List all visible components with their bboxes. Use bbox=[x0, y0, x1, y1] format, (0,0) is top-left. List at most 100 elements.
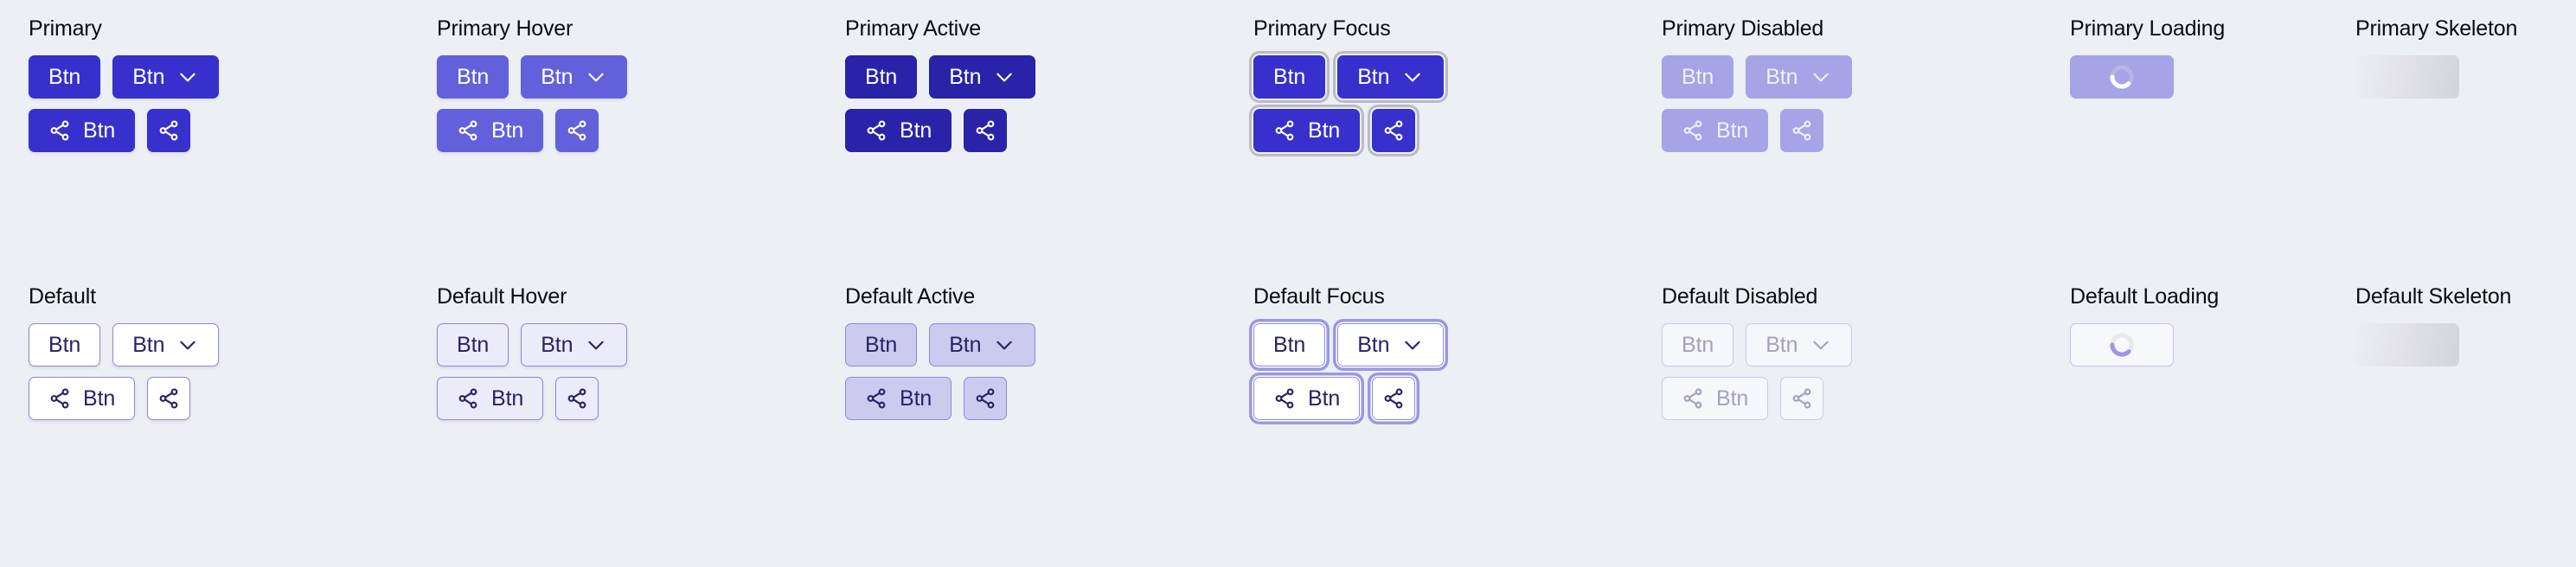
button-label: Btn bbox=[541, 332, 574, 357]
chevron-down-icon bbox=[176, 66, 199, 88]
default-hover-share-button[interactable]: Btn bbox=[437, 377, 544, 420]
primary-active-button[interactable]: Btn bbox=[845, 55, 918, 99]
primary-active-share-icon-button[interactable] bbox=[964, 109, 1008, 152]
share-icon bbox=[157, 119, 180, 142]
default-disabled-share-icon-button bbox=[1780, 377, 1824, 420]
button-label: Btn bbox=[1765, 64, 1798, 89]
primary-loading-button bbox=[2070, 55, 2174, 99]
primary-share-icon-button[interactable] bbox=[147, 109, 191, 152]
cell-primary-disabled: Primary Disabled Btn Btn Btn bbox=[1633, 16, 2041, 275]
button-label: Btn bbox=[865, 64, 898, 89]
primary-share-button[interactable]: Btn bbox=[29, 109, 136, 152]
default-hover-share-icon-button[interactable] bbox=[555, 377, 599, 420]
variant-row-default: Default Btn Btn Btn Default Hover Btn Bt… bbox=[0, 284, 2576, 543]
default-button[interactable]: Btn bbox=[29, 323, 101, 366]
chevron-down-icon bbox=[993, 334, 1016, 356]
button-group-default: Btn Btn Btn bbox=[29, 323, 408, 420]
cell-title-primary-active: Primary Active bbox=[845, 16, 981, 41]
primary-hover-dropdown-button[interactable]: Btn bbox=[521, 55, 628, 99]
cell-title-default: Default bbox=[29, 284, 96, 309]
button-group-primary: Btn Btn Btn bbox=[29, 55, 408, 152]
cell-default-disabled: Default Disabled Btn Btn Btn bbox=[1633, 284, 2041, 543]
button-label: Btn bbox=[1273, 64, 1306, 89]
chevron-down-icon bbox=[1810, 334, 1832, 356]
button-label: Btn bbox=[1716, 118, 1749, 143]
cell-primary-hover: Primary Hover Btn Btn Btn bbox=[408, 16, 817, 275]
default-disabled-share-button: Btn bbox=[1662, 377, 1769, 420]
share-icon bbox=[974, 387, 996, 410]
share-icon bbox=[457, 119, 479, 142]
default-active-button[interactable]: Btn bbox=[845, 323, 918, 366]
button-label: Btn bbox=[541, 64, 574, 89]
default-loading-button bbox=[2070, 323, 2174, 366]
button-line bbox=[2070, 55, 2327, 99]
button-line: Btn Btn bbox=[29, 323, 408, 366]
button-label: Btn bbox=[949, 64, 982, 89]
cell-title-default-focus: Default Focus bbox=[1253, 284, 1385, 309]
button-label: Btn bbox=[900, 118, 932, 143]
share-icon bbox=[457, 387, 479, 410]
default-focus-share-icon-button[interactable] bbox=[1372, 377, 1416, 420]
default-active-share-button[interactable]: Btn bbox=[845, 377, 952, 420]
button-line: Btn Btn bbox=[845, 55, 1225, 99]
default-hover-button[interactable]: Btn bbox=[437, 323, 509, 366]
primary-active-dropdown-button[interactable]: Btn bbox=[929, 55, 1036, 99]
cell-primary-loading: Primary Loading bbox=[2041, 16, 2327, 275]
button-line: Btn bbox=[29, 109, 408, 152]
button-label: Btn bbox=[1357, 64, 1390, 89]
cell-primary-skeleton: Primary Skeleton bbox=[2327, 16, 2576, 275]
default-skeleton-placeholder bbox=[2355, 323, 2459, 366]
cell-title-primary-focus: Primary Focus bbox=[1253, 16, 1391, 41]
primary-skeleton-placeholder bbox=[2355, 55, 2459, 99]
share-icon bbox=[566, 387, 588, 410]
button-line: Btn bbox=[1253, 109, 1633, 152]
button-label: Btn bbox=[900, 385, 932, 411]
default-share-icon-button[interactable] bbox=[147, 377, 191, 420]
primary-hover-share-icon-button[interactable] bbox=[555, 109, 599, 152]
default-focus-share-button[interactable]: Btn bbox=[1253, 377, 1361, 420]
cell-primary: Primary Btn Btn Btn bbox=[0, 16, 408, 275]
button-label: Btn bbox=[1682, 332, 1714, 357]
button-group-primary-loading bbox=[2070, 55, 2327, 99]
default-dropdown-button[interactable]: Btn bbox=[112, 323, 220, 366]
share-icon bbox=[1682, 119, 1704, 142]
primary-button[interactable]: Btn bbox=[29, 55, 101, 99]
chevron-down-icon bbox=[993, 66, 1016, 88]
button-group-primary-hover: Btn Btn Btn bbox=[437, 55, 817, 152]
default-focus-button[interactable]: Btn bbox=[1253, 323, 1326, 366]
primary-disabled-dropdown-button: Btn bbox=[1746, 55, 1853, 99]
primary-hover-button[interactable]: Btn bbox=[437, 55, 509, 99]
button-label: Btn bbox=[83, 385, 116, 411]
loading-spinner-icon bbox=[2107, 62, 2137, 92]
primary-disabled-share-button: Btn bbox=[1662, 109, 1769, 152]
button-line: Btn Btn bbox=[1253, 323, 1633, 366]
variant-row-primary: Primary Btn Btn Btn Primary Hover Btn Bt… bbox=[0, 16, 2576, 275]
share-icon bbox=[974, 119, 996, 142]
default-share-button[interactable]: Btn bbox=[29, 377, 136, 420]
button-label: Btn bbox=[48, 64, 81, 89]
primary-active-share-button[interactable]: Btn bbox=[845, 109, 952, 152]
button-label: Btn bbox=[1765, 332, 1798, 357]
default-active-dropdown-button[interactable]: Btn bbox=[929, 323, 1036, 366]
button-label: Btn bbox=[457, 64, 490, 89]
primary-focus-share-button[interactable]: Btn bbox=[1253, 109, 1361, 152]
default-active-share-icon-button[interactable] bbox=[964, 377, 1008, 420]
default-hover-dropdown-button[interactable]: Btn bbox=[521, 323, 628, 366]
cell-title-primary: Primary bbox=[29, 16, 102, 41]
skeleton-group-default bbox=[2355, 323, 2576, 366]
cell-default-loading: Default Loading bbox=[2041, 284, 2327, 543]
cell-title-default-disabled: Default Disabled bbox=[1662, 284, 1818, 309]
primary-hover-share-button[interactable]: Btn bbox=[437, 109, 544, 152]
share-icon bbox=[1791, 387, 1813, 410]
default-focus-dropdown-button[interactable]: Btn bbox=[1337, 323, 1445, 366]
button-line: Btn bbox=[437, 377, 817, 420]
button-label: Btn bbox=[1308, 385, 1341, 411]
cell-title-default-loading: Default Loading bbox=[2070, 284, 2220, 309]
primary-focus-share-icon-button[interactable] bbox=[1372, 109, 1416, 152]
default-disabled-dropdown-button: Btn bbox=[1746, 323, 1853, 366]
share-icon bbox=[1382, 119, 1405, 142]
primary-focus-dropdown-button[interactable]: Btn bbox=[1337, 55, 1445, 99]
primary-focus-button[interactable]: Btn bbox=[1253, 55, 1326, 99]
cell-primary-focus: Primary Focus Btn Btn Btn bbox=[1225, 16, 1633, 275]
primary-dropdown-button[interactable]: Btn bbox=[112, 55, 220, 99]
